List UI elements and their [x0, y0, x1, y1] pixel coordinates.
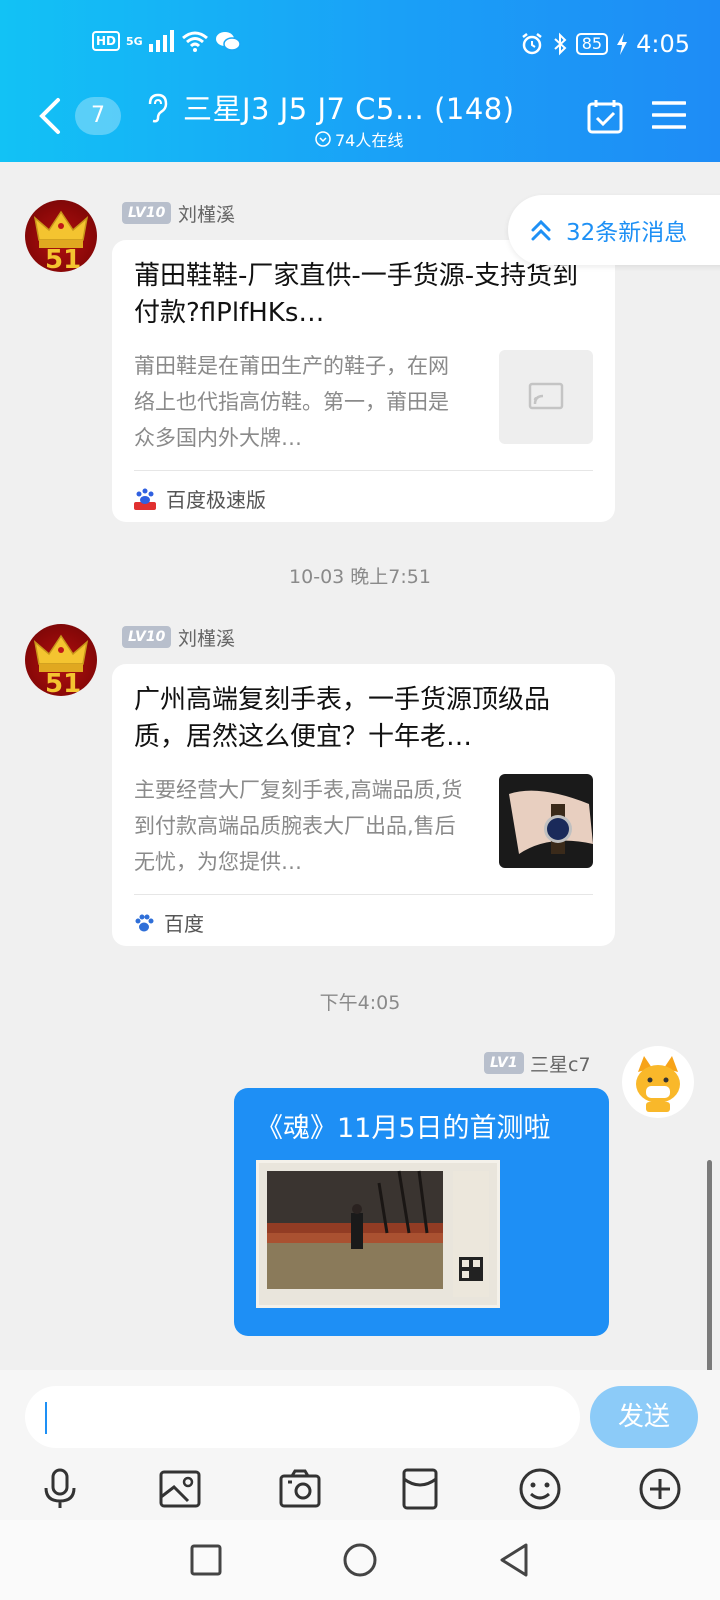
crown-icon: 51 [33, 210, 89, 272]
alarm-icon [521, 33, 542, 55]
send-button[interactable]: 发送 [590, 1386, 698, 1448]
input-bar: 发送 [0, 1370, 720, 1520]
double-chevron-up-icon [531, 219, 551, 241]
menu-icon[interactable] [652, 100, 686, 130]
baidu-paw-icon [135, 914, 154, 931]
status-bar: HD 5G 85 4:05 [0, 28, 720, 60]
back-icon[interactable] [496, 1542, 532, 1578]
card-source: 百度 [134, 908, 204, 937]
group-title[interactable]: 三星J3 J5 J7 C5… (148) [183, 86, 515, 128]
link-card[interactable]: 广州高端复刻手表，一手货源顶级品质，居然这么便宜？十年老… 主要经营大厂复刻手表… [112, 664, 615, 946]
card-source: 百度极速版 [134, 484, 266, 513]
5g-indicator: 5G [126, 34, 143, 48]
avatar[interactable]: 51 [25, 624, 97, 696]
back-arrow-icon[interactable] [36, 96, 64, 136]
clock: 4:05 [636, 30, 690, 58]
new-messages-button[interactable]: 32条新消息 [508, 195, 720, 265]
bluetooth-icon [554, 32, 567, 56]
card-description: 主要经营大厂复刻手表,高端品质,货到付款高端品质腕表大厂出品,售后无忧，为您提供… [134, 778, 463, 874]
image-icon[interactable] [158, 1467, 202, 1511]
app-header: HD 5G 85 4:05 7 三星J3 J5 J7 C5… (148) 74人… [0, 0, 720, 162]
card-title: 莆田鞋鞋-厂家直供-一手货源-支持货到付款?flPlfHKs… [134, 261, 579, 328]
wifi-icon [181, 31, 208, 52]
level-badge: LV10 [122, 626, 172, 648]
card-source-label: 百度 [164, 912, 204, 936]
message-timestamp: 10-03 晚上7:51 [289, 566, 431, 588]
card-thumbnail [499, 774, 593, 868]
signal-icon [148, 30, 174, 52]
cartoon-cat-icon [636, 1056, 680, 1112]
image-placeholder-icon [528, 382, 564, 410]
group-calendar-icon[interactable] [587, 98, 623, 134]
system-nav-bar [0, 1520, 720, 1600]
status-left: HD 5G [92, 30, 241, 52]
svg-text:51: 51 [45, 245, 81, 272]
microphone-icon[interactable] [38, 1467, 82, 1511]
earpiece-mode-icon[interactable] [144, 92, 170, 124]
unread-count-badge[interactable]: 7 [75, 97, 121, 135]
card-description: 莆田鞋是在莆田生产的鞋子，在网络上也代指高仿鞋。第一，莆田是众多国内外大牌… [134, 354, 449, 450]
home-icon[interactable] [342, 1542, 378, 1578]
online-count-label: 74人在线 [335, 131, 404, 150]
red-packet-icon[interactable] [398, 1467, 442, 1511]
message-timestamp: 下午4:05 [319, 992, 401, 1014]
message-image[interactable] [256, 1160, 500, 1308]
my-avatar[interactable] [622, 1046, 694, 1118]
svg-text:51: 51 [45, 669, 81, 696]
card-thumbnail [499, 350, 593, 444]
sender-name[interactable]: 三星c7 [530, 1050, 591, 1077]
message-input[interactable] [25, 1386, 580, 1448]
wristwatch-photo [509, 790, 593, 854]
hd-indicator: HD [92, 31, 121, 51]
status-right: 85 4:05 [520, 30, 690, 58]
sender-name[interactable]: 刘槿溪 [178, 624, 235, 651]
battery-level: 85 [575, 33, 609, 55]
level-badge: LV1 [484, 1052, 524, 1074]
my-message-bubble[interactable]: 《魂》11月5日的首测啦 [234, 1088, 609, 1336]
crown-icon: 51 [33, 634, 89, 696]
game-poster-image [267, 1170, 489, 1297]
emoji-icon[interactable] [518, 1467, 562, 1511]
card-divider [134, 894, 593, 895]
new-messages-label: 32条新消息 [566, 220, 688, 246]
charging-icon [617, 33, 628, 55]
card-source-label: 百度极速版 [166, 488, 266, 512]
avatar[interactable]: 51 [25, 200, 97, 272]
recent-apps-icon[interactable] [188, 1542, 224, 1578]
text-caret [45, 1402, 47, 1434]
message-text: 《魂》11月5日的首测啦 [256, 1113, 551, 1144]
level-badge: LV10 [122, 202, 172, 224]
card-title: 广州高端复刻手表，一手货源顶级品质，居然这么便宜？十年老… [134, 685, 551, 752]
chevron-down-circle-icon [315, 131, 331, 147]
wechat-icon [215, 32, 241, 51]
sender-name[interactable]: 刘槿溪 [178, 200, 235, 227]
camera-icon[interactable] [278, 1467, 322, 1511]
baidu-lite-icon [134, 488, 156, 510]
plus-icon[interactable] [638, 1467, 682, 1511]
scrollbar[interactable] [707, 1160, 712, 1372]
online-count[interactable]: 74人在线 [315, 127, 403, 151]
card-divider [134, 470, 593, 471]
link-card[interactable]: 莆田鞋鞋-厂家直供-一手货源-支持货到付款?flPlfHKs… 莆田鞋是在莆田生… [112, 240, 615, 522]
